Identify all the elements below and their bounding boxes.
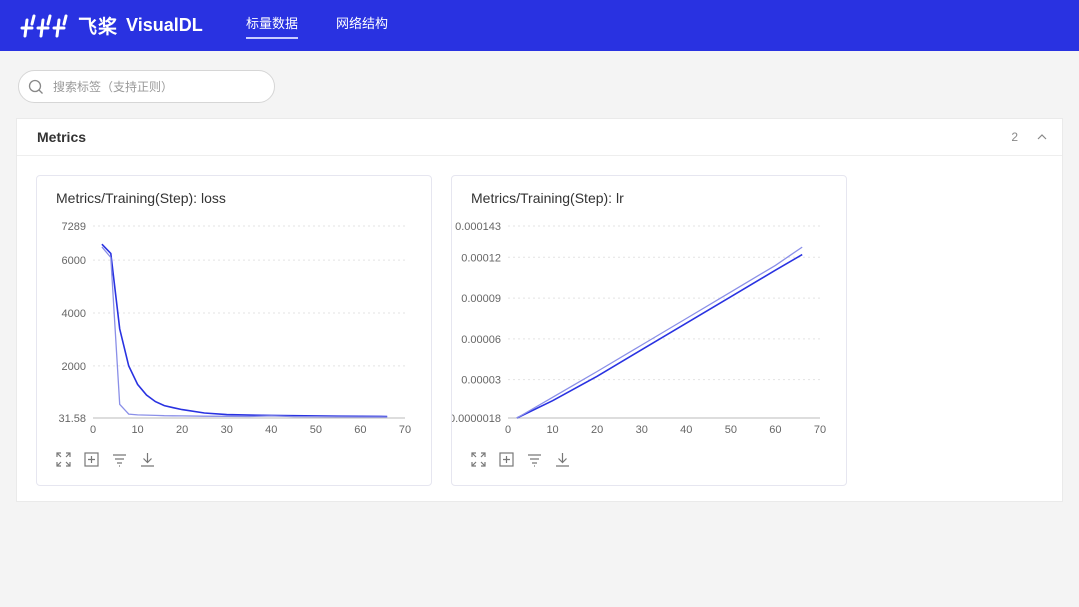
group-count: 2 xyxy=(1011,130,1018,144)
expand-icon[interactable] xyxy=(55,451,72,468)
logo-text-cn: 飞桨 xyxy=(78,16,119,38)
expand-icon[interactable] xyxy=(470,451,487,468)
x-tick-label: 20 xyxy=(176,424,188,436)
paddle-logo-icon xyxy=(20,14,68,38)
y-tick-label: 7289 xyxy=(62,221,86,233)
y-tick-label: 31.58 xyxy=(58,413,86,425)
nav-item-graph[interactable]: 网络结构 xyxy=(336,0,388,51)
x-tick-label: 70 xyxy=(814,424,826,436)
fit-icon[interactable] xyxy=(83,451,100,468)
download-icon[interactable] xyxy=(554,451,571,468)
top-bar: 飞桨 VisualDL 标量数据 网络结构 xyxy=(0,0,1079,51)
x-tick-label: 20 xyxy=(591,424,603,436)
x-tick-label: 60 xyxy=(354,424,366,436)
y-tick-label: 0.00009 xyxy=(461,293,501,305)
series-line-1[interactable] xyxy=(516,246,803,419)
x-tick-label: 40 xyxy=(680,424,692,436)
chevron-up-icon[interactable] xyxy=(1034,129,1050,145)
chart-card-loss: Metrics/Training(Step): loss 31.58 2000 40… xyxy=(36,175,432,486)
x-tick-label: 30 xyxy=(636,424,648,436)
chart-card-lr: Metrics/Training(Step): lr 0.0000018 0.00… xyxy=(451,175,847,486)
x-tick-label: 0 xyxy=(505,424,511,436)
filter-icon[interactable] xyxy=(111,451,128,468)
logo-text-en: VisualDL xyxy=(126,14,203,35)
x-tick-label: 0 xyxy=(90,424,96,436)
x-tick-label: 10 xyxy=(131,424,143,436)
search-box[interactable] xyxy=(18,70,275,103)
lr-chart[interactable]: 0.0000018 0.00003 0.00006 0.00009 0.00012 0.0… xyxy=(452,216,848,446)
y-tick-label: 4000 xyxy=(62,308,86,320)
download-icon[interactable] xyxy=(139,451,156,468)
y-tick-label: 6000 xyxy=(62,255,86,267)
chart-toolbar xyxy=(470,451,582,468)
group-title: Metrics xyxy=(37,129,87,145)
y-tick-label: 2000 xyxy=(62,361,86,373)
y-tick-label: 0.0000018 xyxy=(452,413,501,425)
x-tick-label: 50 xyxy=(725,424,737,436)
nav-item-scalars[interactable]: 标量数据 xyxy=(246,0,299,51)
x-tick-label: 30 xyxy=(221,424,233,436)
y-tick-label: 0.000143 xyxy=(455,221,501,233)
chart-title: Metrics/Training(Step): lr xyxy=(471,190,624,206)
x-tick-label: 70 xyxy=(399,424,411,436)
x-tick-label: 60 xyxy=(769,424,781,436)
x-tick-label: 40 xyxy=(265,424,277,436)
fit-icon[interactable] xyxy=(498,451,515,468)
metrics-group-panel: Metrics 2 Metrics/Training(Step): loss 3… xyxy=(16,118,1063,502)
filter-icon[interactable] xyxy=(526,451,543,468)
series-line-1[interactable] xyxy=(101,246,388,418)
x-tick-label: 10 xyxy=(546,424,558,436)
y-tick-label: 0.00003 xyxy=(461,375,501,387)
series-line-0[interactable] xyxy=(101,243,388,418)
search-input[interactable] xyxy=(53,79,253,94)
chart-title: Metrics/Training(Step): loss xyxy=(56,190,226,206)
x-tick-label: 50 xyxy=(310,424,322,436)
chart-toolbar xyxy=(55,451,167,468)
y-tick-label: 0.00012 xyxy=(461,252,501,264)
group-header[interactable]: Metrics 2 xyxy=(17,119,1062,156)
main-nav: 标量数据 网络结构 xyxy=(246,0,426,51)
search-icon xyxy=(28,79,43,94)
y-tick-label: 0.00006 xyxy=(461,334,501,346)
logo[interactable]: 飞桨 VisualDL xyxy=(18,10,203,40)
loss-chart[interactable]: 31.58 2000 4000 6000 7289 0 10 20 30 40 50 60 70 xyxy=(37,216,433,446)
